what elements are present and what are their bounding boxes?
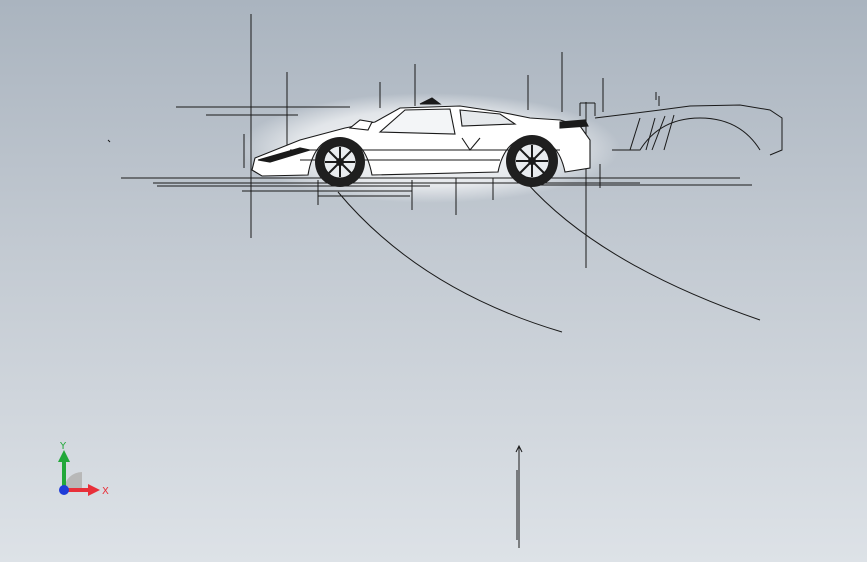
- front-wheel: [315, 137, 365, 187]
- x-axis-label: X: [102, 486, 109, 497]
- reference-triad: Y X: [58, 441, 109, 497]
- z-axis-dot: [59, 485, 69, 495]
- y-axis-label: Y: [59, 441, 67, 452]
- rear-wheel: [506, 135, 558, 187]
- model-viewport[interactable]: [0, 0, 867, 562]
